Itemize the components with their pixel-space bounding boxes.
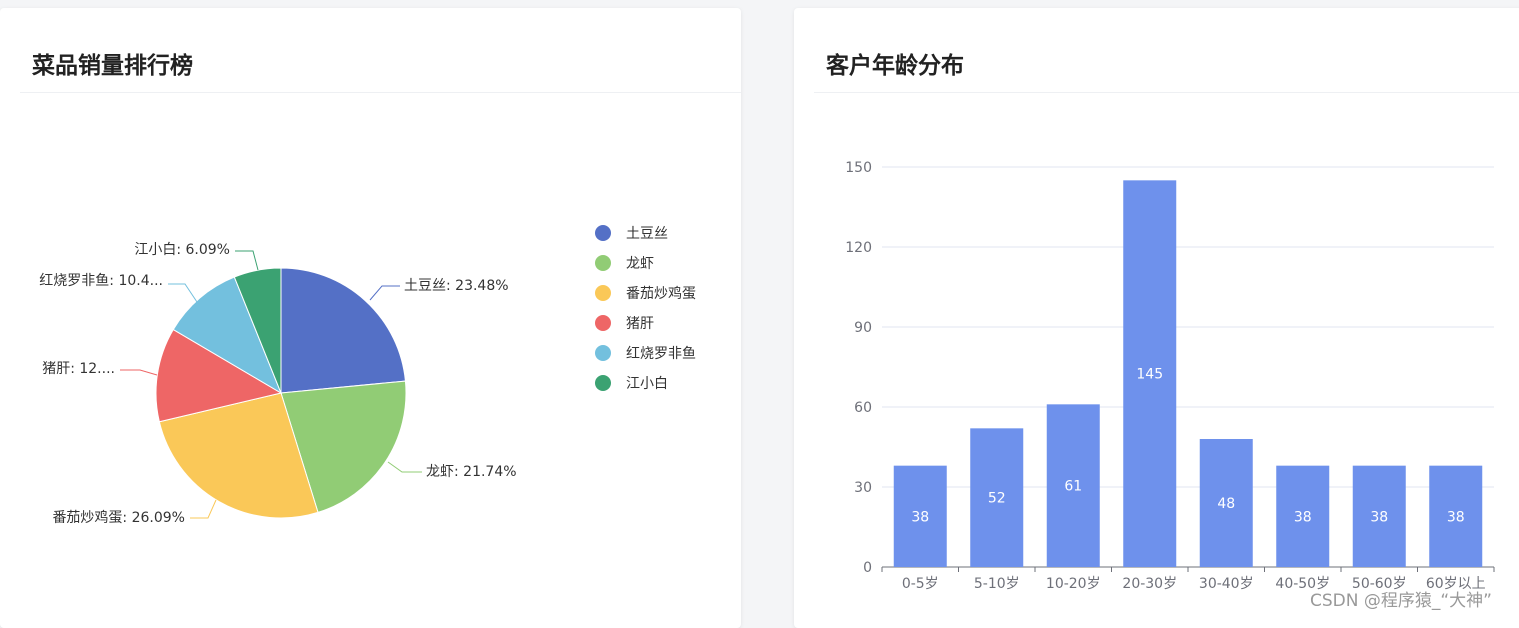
bar-value-label: 145 (1136, 367, 1163, 383)
y-tick-label: 150 (845, 160, 872, 176)
pie-label-line (387, 461, 422, 473)
pie-label: 江小白: 6.09% (134, 242, 230, 258)
legend-item[interactable]: 番茄炒鸡蛋 (626, 285, 696, 302)
watermark: CSDN @程序猿_“大神” (1310, 591, 1492, 611)
x-tick-label: 5-10岁 (974, 576, 1020, 592)
x-tick-label: 20-30岁 (1122, 576, 1177, 592)
legend-marker[interactable] (595, 345, 611, 361)
pie-label: 红烧罗非鱼: 10.4... (39, 272, 163, 289)
pie-label: 土豆丝: 23.48% (404, 278, 509, 294)
x-tick-label: 0-5岁 (902, 576, 939, 592)
y-tick-label: 120 (845, 240, 872, 256)
pie-label-line (190, 499, 217, 519)
pie-label-line (369, 285, 400, 301)
bar-value-label: 38 (1294, 509, 1312, 525)
legend-item[interactable]: 猪肝 (626, 316, 654, 332)
y-tick-label: 0 (863, 560, 872, 576)
legend-item[interactable]: 龙虾 (626, 256, 654, 272)
legend-marker[interactable] (595, 255, 611, 271)
bar-value-label: 48 (1217, 496, 1235, 512)
legend-item[interactable]: 江小白 (626, 376, 668, 392)
charts-canvas: 土豆丝: 23.48% 土豆丝龙虾: 21.74% 龙虾番茄炒鸡蛋: 26.09% 番… (39, 160, 1495, 592)
bar-value-label: 38 (911, 509, 929, 525)
pie-label: 猪肝: 12.... (42, 361, 115, 377)
pie-label-line (235, 250, 259, 271)
bar-value-label: 38 (1447, 509, 1465, 525)
y-tick-label: 60 (854, 400, 872, 416)
x-tick-label: 10-20岁 (1046, 576, 1101, 592)
legend-marker[interactable] (595, 285, 611, 301)
bar-value-label: 38 (1370, 509, 1388, 525)
bar-value-label: 61 (1064, 479, 1082, 495)
legend-item[interactable]: 土豆丝 (626, 226, 668, 242)
pie-label: 龙虾: 21.74% (426, 464, 517, 480)
x-tick-label: 30-40岁 (1199, 576, 1254, 592)
pie-slice-0 (280, 267, 406, 394)
legend-marker[interactable] (595, 375, 611, 391)
pie-label: 番茄炒鸡蛋: 26.09% (52, 509, 185, 526)
legend-marker[interactable] (595, 225, 611, 241)
y-tick-label: 90 (854, 320, 872, 336)
legend-marker[interactable] (595, 315, 611, 331)
pie-label-line (120, 369, 158, 376)
bar-value-label: 52 (988, 491, 1006, 507)
y-tick-label: 30 (854, 480, 872, 496)
legend-item[interactable]: 红烧罗非鱼 (626, 345, 696, 362)
